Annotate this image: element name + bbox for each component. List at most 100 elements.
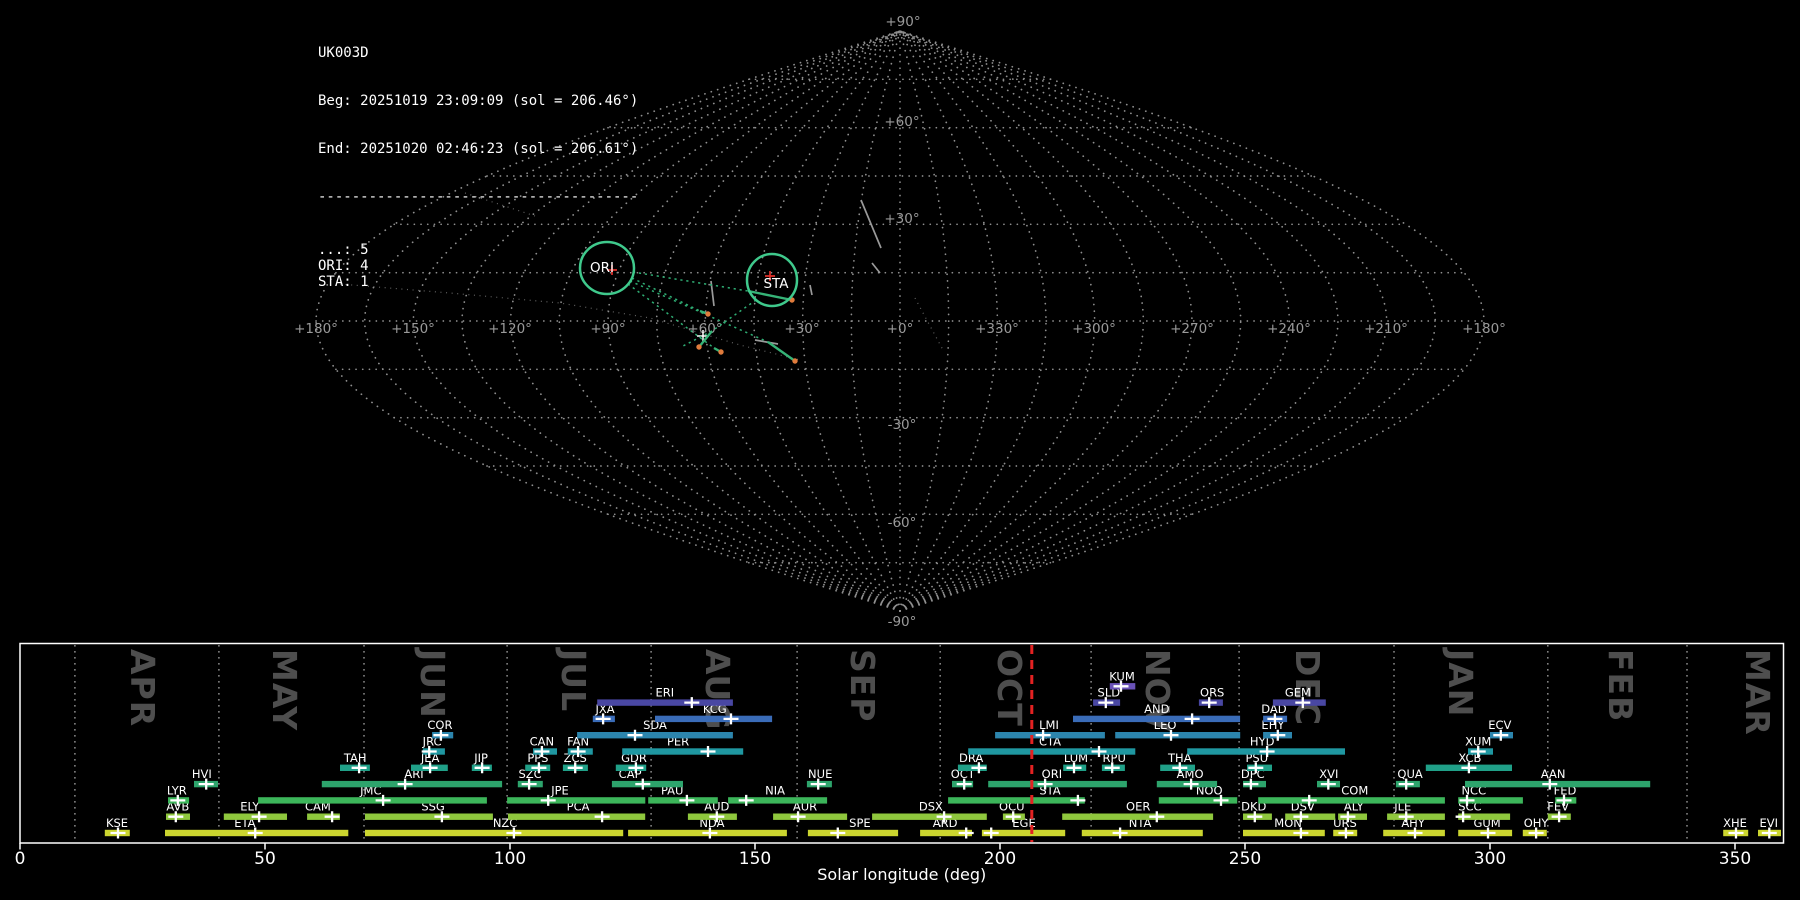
shower-bar-PER <box>622 748 743 754</box>
latitude-label: +60° <box>884 114 919 130</box>
shower-peak-marker-EGE <box>984 828 999 839</box>
month-label-JUN: JUN <box>413 647 452 719</box>
shower-label-ELY: ELY <box>240 800 260 814</box>
shower-bar-PCA <box>508 814 645 820</box>
shower-bar-DSV <box>1285 814 1335 820</box>
shower-label-KSE: KSE <box>106 816 128 830</box>
shower-label-OER: OER <box>1126 800 1150 814</box>
screenshot-root: +180°+150°+120°+90°+60°+30°+0°+330°+300°… <box>0 0 1800 900</box>
month-label-JAN: JAN <box>1441 647 1480 717</box>
shower-bar-SDA <box>577 732 733 738</box>
shower-bar-ORI <box>988 781 1127 787</box>
guide-line <box>915 298 943 350</box>
station-id: UK003D <box>318 45 638 61</box>
shower-bar-AAN <box>1465 781 1650 787</box>
shower-label-XVI: XVI <box>1319 767 1338 781</box>
latitude-label: +90° <box>885 14 920 30</box>
shower-bar-OER <box>1062 814 1213 820</box>
shower-label-ORS: ORS <box>1200 686 1224 700</box>
meteor-backtrack-line <box>633 272 748 291</box>
shower-label-KUM: KUM <box>1109 669 1135 683</box>
longitude-label: +180° <box>1462 321 1506 337</box>
shower-bar-SSG <box>365 814 493 820</box>
shower-bar-NTA <box>1082 830 1203 836</box>
latitude-label: -60° <box>888 515 917 531</box>
separator-line: -------------------------------------- <box>318 189 638 205</box>
shower-bar-CTA <box>968 748 1135 754</box>
shower-label-ORI: ORI <box>1042 767 1062 781</box>
shower-bar-JPE <box>507 797 645 803</box>
x-tick-label-50: 50 <box>254 849 276 869</box>
radiant-label-STA: STA <box>763 276 789 292</box>
shower-bar-STA <box>948 797 1085 803</box>
latitude-label: -30° <box>888 417 917 433</box>
longitude-label: +240° <box>1267 321 1311 337</box>
month-label-MAR: MAR <box>1738 649 1777 736</box>
month-label-SEP: SEP <box>843 649 882 723</box>
sporadic-meteor-trail <box>755 340 778 344</box>
shower-bar-ERI <box>597 699 733 705</box>
meteor-backtrack-line <box>632 278 700 311</box>
longitude-label: +330° <box>975 321 1019 337</box>
shower-label-JPE: JPE <box>550 783 569 797</box>
longitude-label: +30° <box>784 321 819 337</box>
shower-label-CAN: CAN <box>530 735 555 749</box>
x-tick-label-0: 0 <box>15 849 26 869</box>
sporadic-meteor-trail <box>810 285 812 295</box>
shower-label-EVI: EVI <box>1760 816 1779 830</box>
shower-bar-AND <box>1073 716 1240 722</box>
shower-peak-marker-NIA <box>739 795 754 806</box>
x-tick-label-200: 200 <box>984 849 1016 869</box>
shower-label-NIA: NIA <box>765 783 785 797</box>
shower-bar-JMC <box>258 797 487 803</box>
shower-bar-NZC <box>365 830 623 836</box>
month-label-APR: APR <box>123 649 162 727</box>
shower-peak-marker-OER <box>1149 811 1164 822</box>
shower-label-XUM: XUM <box>1465 735 1491 749</box>
shower-label-SPE: SPE <box>849 816 871 830</box>
shower-label-TAH: TAH <box>343 751 367 765</box>
shower-row-9: KUM <box>1109 669 1135 692</box>
shower-peak-marker-STA <box>1070 795 1085 806</box>
longitude-label: +120° <box>488 321 532 337</box>
shower-label-OHY: OHY <box>1524 816 1550 830</box>
month-label-MAY: MAY <box>265 649 304 731</box>
shower-bar-MON <box>1243 830 1325 836</box>
x-tick-label-250: 250 <box>1229 849 1261 869</box>
shower-label-NUE: NUE <box>808 767 832 781</box>
shower-peak-marker-SPE <box>830 828 845 839</box>
x-axis-title: Solar longitude (deg) <box>817 865 986 884</box>
sporadic-meteor-trail <box>872 263 880 273</box>
shower-peak-marker-ERI <box>684 697 699 708</box>
shower-label-ERI: ERI <box>655 686 674 700</box>
shower-label-LYR: LYR <box>167 783 187 797</box>
longitude-label: +150° <box>391 321 435 337</box>
count-line-STA: STA: 1 <box>318 274 638 290</box>
latitude-label: +30° <box>884 211 919 227</box>
shower-label-AAN: AAN <box>1541 767 1566 781</box>
shower-label-QUA: QUA <box>1397 767 1422 781</box>
shower-bar-COM <box>1258 797 1445 803</box>
x-tick-label-150: 150 <box>739 849 771 869</box>
shower-label-HVI: HVI <box>192 767 212 781</box>
count-line-ORI: ORI: 4 <box>318 258 638 274</box>
x-tick-label-350: 350 <box>1719 849 1751 869</box>
shower-label-ECV: ECV <box>1488 718 1511 732</box>
x-tick-label-100: 100 <box>494 849 526 869</box>
shower-label-COM: COM <box>1341 783 1368 797</box>
shower-row-6: CORSDALMILEOEHYECV <box>427 718 1513 741</box>
activity-chart-group: APRMAYJUNJULAUGSEPOCTNOVDECJANFEBMARKSEE… <box>15 644 1784 885</box>
meteor-end-dot <box>718 349 723 354</box>
x-tick-label-300: 300 <box>1474 849 1506 869</box>
meteor-end-dot <box>792 358 797 363</box>
shower-label-GEM: GEM <box>1285 686 1311 700</box>
observation-header: UK003D Beg: 20251019 23:09:09 (sol = 206… <box>318 13 638 322</box>
shower-label-XHE: XHE <box>1723 816 1747 830</box>
shower-label-AND: AND <box>1144 702 1169 716</box>
month-label-FEB: FEB <box>1601 649 1640 722</box>
shower-peak-marker-NTA <box>1113 828 1128 839</box>
shower-label-DSX: DSX <box>919 800 943 814</box>
meteor-end-dot <box>696 344 701 349</box>
shower-peak-marker-SDA <box>628 730 643 741</box>
meteor-count-list: ...: 5ORI: 4STA: 1 <box>318 242 638 290</box>
